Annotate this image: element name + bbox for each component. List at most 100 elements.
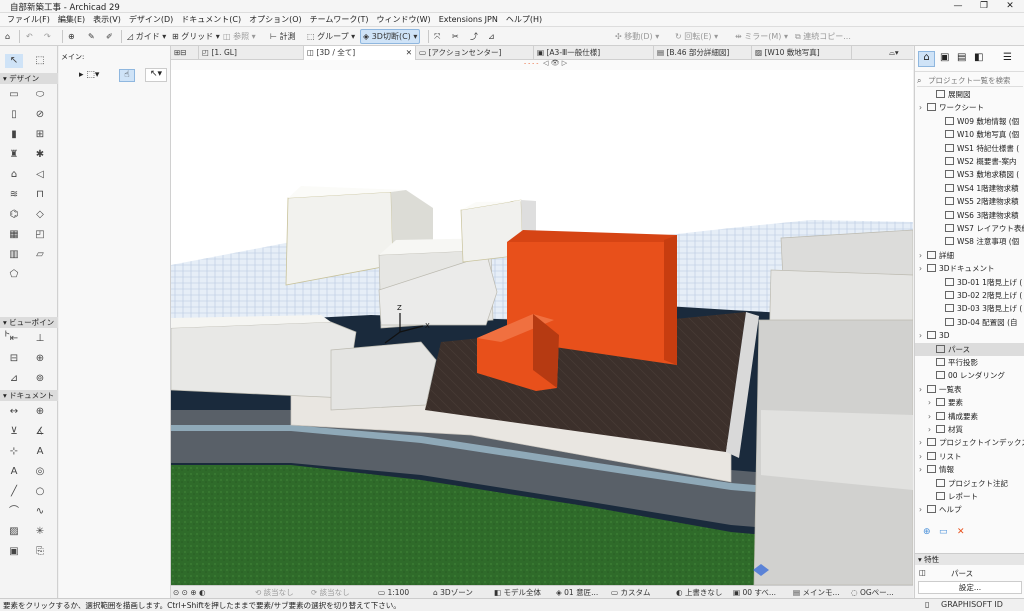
fill-tool-icon[interactable]: ▨ [5, 525, 23, 539]
tree-item[interactable]: W10 敷地写真 (個 [915, 128, 1024, 141]
tree-item[interactable]: WS3 敷地求積図 ( [915, 168, 1024, 181]
reference-button[interactable]: ◫ 参照 ▾ [221, 29, 258, 44]
railing-tool-icon[interactable]: ⊓ [31, 188, 49, 202]
tree-item[interactable]: › 詳細 [915, 249, 1024, 262]
tree-item[interactable]: › 3Dドキュメント [915, 262, 1024, 275]
undo-icon[interactable]: ↶ [24, 29, 35, 44]
multicopy-button[interactable]: ⧉ 連続コピー... [793, 29, 853, 44]
tree-item[interactable]: 3D-01 1階見上げ ( [915, 276, 1024, 289]
door-tool-icon[interactable]: ▮ [5, 128, 23, 142]
level-dimension-icon[interactable]: ⊻ [5, 425, 23, 439]
menu-window[interactable]: ウィンドウ(W) [373, 13, 435, 26]
toolbox-section-design[interactable]: ▾ デザイン [0, 73, 58, 84]
tab-a3[interactable]: ▣ [A3-Ⅲ一般仕様] [534, 46, 654, 60]
navigator-search-input[interactable]: ⌕ プロジェクト一覧を検索 [917, 74, 1023, 87]
maximize-button[interactable]: ❐ [971, 0, 997, 13]
expand-chevron-icon[interactable]: › [928, 423, 936, 436]
selection-method-icon[interactable]: ▸ ⬚▾ [79, 70, 99, 80]
hotspot-tool-icon[interactable]: ✳ [31, 525, 49, 539]
redo-icon[interactable]: ↷ [42, 29, 53, 44]
tab-floorplan[interactable]: ◰ [1. GL] [199, 46, 304, 60]
stair-tool-icon[interactable]: ≋ [5, 188, 23, 202]
tree-item[interactable]: WS4 1階建物求積 [915, 182, 1024, 195]
expand-chevron-icon[interactable]: › [919, 101, 927, 114]
offset-icon[interactable]: ⊿ [486, 29, 497, 44]
shell-tool-icon[interactable]: ◁ [31, 168, 49, 182]
tree-item[interactable]: WS7 レイアウト表紙 [915, 222, 1024, 235]
interior-elevation-icon[interactable]: ⊟ [5, 352, 23, 366]
menu-help[interactable]: ヘルプ(H) [502, 13, 546, 26]
line-tool-icon[interactable]: ╱ [5, 485, 23, 499]
spline-tool-icon[interactable]: ∿ [31, 505, 49, 519]
object-tool-icon[interactable]: ♜ [5, 148, 23, 162]
project-map-icon[interactable]: ⌂ [918, 51, 935, 67]
tree-item[interactable]: › 材質 [915, 423, 1024, 436]
tree-item[interactable]: 3D-02 2階見上げ ( [915, 289, 1024, 302]
arrow-settings-icon[interactable]: ↖▾ [145, 68, 167, 82]
guide-button[interactable]: ◿ ガイド ▾ [125, 29, 168, 44]
tree-item[interactable]: W09 敷地情報 (個 [915, 115, 1024, 128]
drawing-tool-icon[interactable]: ▣ [5, 545, 23, 559]
expand-chevron-icon[interactable]: › [928, 410, 936, 423]
3d-viewport[interactable]: Z X [171, 70, 913, 585]
elevation-tool-icon[interactable]: ⊥ [31, 332, 49, 346]
graphisoft-id-label[interactable]: GRAPHISOFT ID [941, 600, 1003, 609]
label-tool-icon[interactable]: A [31, 445, 49, 459]
camera-tool-icon[interactable]: ⎘ [31, 545, 49, 559]
tree-item[interactable]: レポート [915, 490, 1024, 503]
tab-overflow-icon[interactable]: ⌓▾ [886, 46, 913, 60]
detail-tool-icon[interactable]: ⊿ [5, 372, 23, 386]
tree-item[interactable]: › リスト [915, 450, 1024, 463]
expand-chevron-icon[interactable]: › [919, 249, 927, 262]
worksheet-tool-icon[interactable]: ⊕ [31, 352, 49, 366]
slab-tool-icon[interactable]: ⬭ [31, 88, 49, 102]
publisher-icon[interactable]: ◧ [974, 52, 983, 63]
split-icon[interactable]: ✂ [450, 29, 461, 44]
arrow-tool-icon[interactable]: ↖ [5, 54, 23, 68]
tree-item[interactable]: WS8 注意事項 (個 [915, 235, 1024, 248]
mirror-button[interactable]: ⇹ ミラー(M) ▾ [733, 29, 790, 44]
tree-item[interactable]: › 3D [915, 329, 1024, 342]
section-tool-icon[interactable]: ⇤ [5, 332, 23, 346]
expand-chevron-icon[interactable]: › [919, 436, 927, 449]
menu-extensions[interactable]: Extensions JPN [435, 13, 502, 26]
figure-tool-icon[interactable]: ◎ [31, 465, 49, 479]
toolbox-section-viewpoint[interactable]: ▾ ビューポイント [0, 317, 58, 338]
group-button[interactable]: ⬚ グループ ▾ [305, 29, 357, 44]
delete-view-icon[interactable]: ✕ [957, 527, 965, 537]
expand-chevron-icon[interactable]: › [928, 396, 936, 409]
expand-chevron-icon[interactable]: › [919, 383, 927, 396]
tree-item[interactable]: プロジェクト注記 [915, 477, 1024, 490]
home-icon[interactable]: ⌂ [3, 29, 12, 44]
skylight-tool-icon[interactable]: ⬠ [5, 268, 23, 282]
elevation-dimension-icon[interactable]: ⊹ [5, 445, 23, 459]
tree-item[interactable]: › 構成要素 [915, 410, 1024, 423]
angle-dimension-icon[interactable]: ∡ [31, 425, 49, 439]
menu-document[interactable]: ドキュメント(C) [177, 13, 245, 26]
grid-button[interactable]: ⊞ グリッド ▾ [170, 29, 222, 44]
menu-options[interactable]: オプション(O) [245, 13, 306, 26]
zone-tool-icon[interactable]: ◰ [31, 228, 49, 242]
minimize-button[interactable]: — [945, 0, 971, 13]
menu-file[interactable]: ファイル(F) [3, 13, 54, 26]
radial-dimension-icon[interactable]: ⊕ [31, 405, 49, 419]
pan-icon[interactable]: ☝ [119, 69, 135, 82]
tree-item[interactable]: WS5 2階建物求積 [915, 195, 1024, 208]
properties-header[interactable]: ▾ 特性 [915, 554, 1024, 565]
toolbox-section-document[interactable]: ▾ ドキュメント [0, 390, 58, 401]
polyline-tool-icon[interactable]: ⌒ [5, 505, 23, 519]
navigation-eye-icon[interactable]: ◁ 👁 ▷ [543, 59, 567, 67]
text-tool-icon[interactable]: A [5, 465, 23, 479]
column-tool-icon[interactable]: ▯ [5, 108, 23, 122]
eyedropper-icon[interactable]: ✎ [86, 29, 97, 44]
wall-tool-icon[interactable]: ▭ [5, 88, 23, 102]
circle-tool-icon[interactable]: ○ [31, 485, 49, 499]
view-settings-icon[interactable]: ▭ [939, 527, 948, 537]
tab-grid-icon[interactable]: ⊞⊟ [171, 46, 199, 60]
tree-item[interactable]: 3D-04 配置図 (自 [915, 316, 1024, 329]
move-button[interactable]: ✣ 移動(D) ▾ [613, 29, 661, 44]
marquee-tool-icon[interactable]: ⬚ [31, 54, 49, 68]
menu-edit[interactable]: 編集(E) [54, 13, 89, 26]
pick-icon[interactable]: ⊕ [66, 29, 77, 44]
tree-item[interactable]: 展開図 [915, 88, 1024, 101]
